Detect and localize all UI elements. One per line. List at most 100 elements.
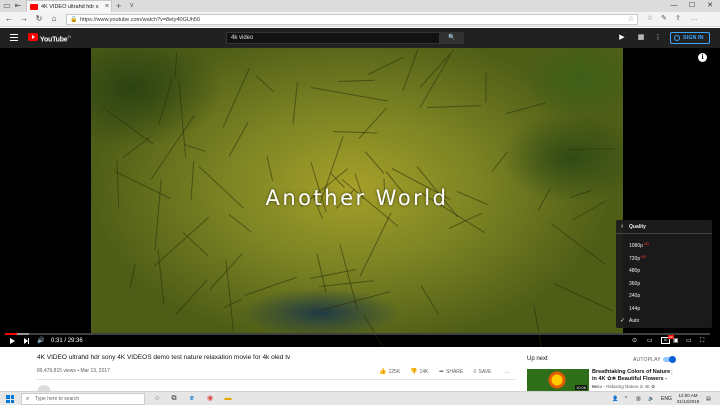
time-display: 0:31 / 29:36 — [51, 338, 83, 344]
account-icon — [674, 35, 680, 41]
new-tab-button[interactable]: + — [116, 0, 121, 12]
share-arrow-icon: ➦ — [439, 369, 445, 375]
more-actions-button[interactable]: ... — [505, 368, 509, 376]
subtitles-icon[interactable]: ▭ — [647, 336, 653, 346]
tray-chevron-icon[interactable]: ^ — [625, 393, 627, 405]
browser-tab[interactable]: 4K VIDEO ultrahd hdr s × — [26, 0, 112, 12]
thumbs-up-icon: 👍 — [379, 369, 387, 375]
search-input[interactable]: 4k video — [226, 32, 440, 44]
search-button[interactable]: 🔍 — [440, 32, 464, 44]
quality-menu-header[interactable]: ‹ Quality — [616, 220, 712, 234]
lock-icon: 🔒 — [70, 17, 78, 23]
quality-option[interactable]: 240p — [616, 290, 712, 302]
file-explorer-icon[interactable]: ▬ — [223, 394, 233, 404]
next-button[interactable] — [24, 338, 30, 344]
favorites-icon[interactable]: ☆ — [644, 13, 656, 25]
minimize-icon[interactable]: — — [666, 0, 682, 12]
terrain-crack — [182, 232, 209, 257]
terrain-crack — [266, 156, 274, 181]
quality-option[interactable]: 480p — [616, 265, 712, 277]
network-icon[interactable]: ▥ — [636, 393, 641, 405]
quality-option[interactable]: 720p HD — [616, 253, 712, 265]
notes-icon[interactable]: ✎ — [658, 13, 670, 25]
quality-option[interactable]: 360p — [616, 278, 712, 290]
tab-actions-icon[interactable]: ▭ — [2, 1, 12, 11]
back-tabs-icon[interactable]: ⇤ — [13, 1, 23, 11]
speaker-icon[interactable]: 🔈 — [648, 393, 654, 405]
terrain-crack — [255, 75, 274, 93]
progress-bar[interactable] — [5, 333, 710, 335]
quality-menu-title: Quality — [629, 224, 646, 230]
playlist-add-icon: ≡ — [473, 369, 477, 375]
settings-dots-icon[interactable]: ⋮ — [653, 33, 663, 43]
quality-option-label: 360p — [629, 280, 641, 287]
terrain-crack — [318, 280, 374, 287]
terrain-crack — [533, 305, 542, 347]
miniplayer-icon[interactable]: ▣ — [673, 336, 679, 346]
refresh-icon[interactable]: ↻ — [33, 13, 45, 25]
terrain-crack — [420, 285, 439, 315]
browser-tabstrip: ▭ ⇤ 4K VIDEO ultrahd hdr s × + v — ☐ ✕ — [0, 0, 720, 12]
settings-gear-hd-icon[interactable]: ⚙ HD — [661, 335, 674, 344]
close-tab-icon[interactable]: × — [105, 1, 109, 12]
play-button[interactable] — [10, 338, 15, 344]
autoplay-toggle-icon[interactable]: ⊙ — [632, 336, 637, 346]
terrain-crack — [363, 315, 395, 347]
address-bar[interactable]: 🔒 https://www.youtube.com/watch?v=8ety40… — [66, 14, 638, 25]
terrain-crack — [158, 79, 173, 125]
terrain-crack — [292, 81, 298, 125]
dislike-button[interactable]: 👎 14K — [410, 368, 428, 376]
volume-icon[interactable]: 🔊 — [37, 336, 44, 346]
autoplay-label: AUTOPLAY — [633, 357, 661, 363]
back-icon[interactable]: ← — [3, 13, 15, 25]
share-button[interactable]: ➦ SHARE — [439, 368, 463, 376]
video-player[interactable]: Another World i ‹ Quality 1080p HD 720p HD 4… — [0, 48, 720, 347]
sign-in-button[interactable]: SIGN IN — [670, 32, 710, 44]
terrain-crack — [243, 276, 298, 296]
quality-option-label: 480p — [629, 268, 641, 274]
tab-list-chevron-icon[interactable]: v — [130, 0, 134, 12]
notifications-icon[interactable]: ▤ — [706, 393, 711, 405]
windows-start-icon[interactable] — [6, 395, 14, 403]
up-next-thumbnail[interactable]: 10:06 — [527, 369, 589, 391]
terrain-crack — [175, 279, 208, 315]
up-next-channel: Baku - Relaxing Nature in 4K ✿ — [592, 384, 656, 389]
youtube-logo-icon[interactable] — [28, 33, 38, 41]
more-vert-icon[interactable]: ⋮ — [669, 369, 675, 376]
like-button[interactable]: 👍 125K — [379, 368, 400, 376]
forward-icon[interactable]: → — [18, 13, 30, 25]
theater-mode-icon[interactable]: ▭ — [686, 336, 692, 346]
task-view-icon[interactable]: ⧉ — [169, 394, 179, 404]
home-icon[interactable]: ⌂ — [48, 13, 60, 25]
terrain-crack — [505, 102, 546, 114]
hamburger-menu-icon[interactable] — [10, 34, 18, 41]
info-icon[interactable]: i — [698, 53, 707, 62]
people-icon[interactable]: 👤 — [612, 393, 618, 405]
maximize-icon[interactable]: ☐ — [684, 0, 700, 12]
browser-menu-icon[interactable]: … — [688, 13, 700, 25]
terrain-crack — [550, 223, 605, 265]
youtube-logo-text[interactable]: YouTubeIN — [40, 32, 71, 45]
quality-option[interactable]: 144p — [616, 303, 712, 315]
quality-option[interactable]: 1080p HD — [616, 240, 712, 252]
taskbar-clock[interactable]: 12:00 AM 31/12/2019 — [676, 393, 700, 404]
fullscreen-icon[interactable]: ⛶ — [700, 336, 704, 346]
quality-hd-badge: HD — [644, 242, 650, 246]
cortana-icon[interactable]: ○ — [152, 394, 162, 404]
terrain-crack — [225, 260, 235, 333]
terrain-crack — [402, 48, 419, 91]
quality-option[interactable]: ✓ Auto — [616, 315, 712, 327]
terrain-crack — [150, 115, 195, 180]
autoplay-toggle[interactable] — [663, 356, 676, 363]
share-icon[interactable]: ⇪ — [672, 13, 684, 25]
taskbar-search-input[interactable]: ⌕ Type here to search — [21, 393, 145, 405]
create-video-icon[interactable]: ▶ — [617, 33, 627, 43]
terrain-crack — [223, 298, 243, 308]
close-window-icon[interactable]: ✕ — [702, 0, 718, 12]
apps-grid-icon[interactable]: ▦ — [636, 33, 646, 43]
edge-icon[interactable]: e — [187, 394, 197, 404]
favorite-star-icon[interactable]: ☆ — [628, 15, 634, 25]
chrome-icon[interactable]: ◉ — [205, 394, 215, 404]
language-indicator[interactable]: ENG — [661, 393, 672, 405]
save-button[interactable]: ≡ SAVE — [473, 368, 491, 376]
